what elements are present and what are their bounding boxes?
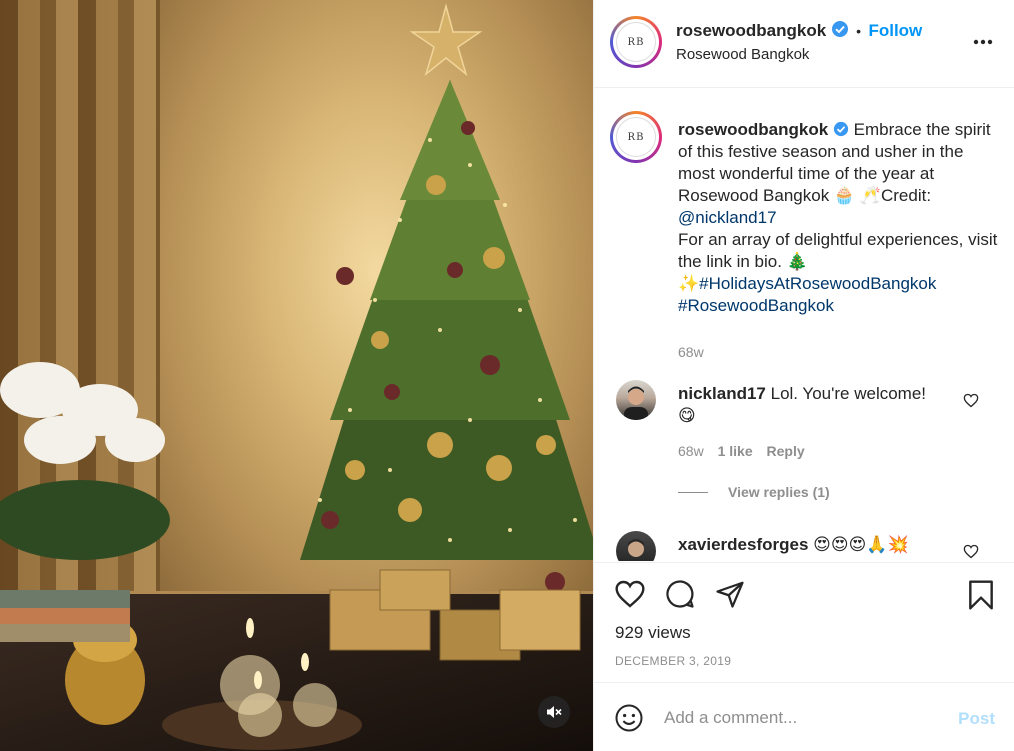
add-comment-bar: Post (594, 682, 1014, 751)
caption-timestamp[interactable]: 68w (678, 341, 1000, 363)
header-separator: • (856, 23, 861, 39)
comment-username[interactable]: nickland17 (678, 384, 766, 403)
views-count[interactable]: 929 views (615, 623, 691, 643)
comment-meta: 68w 1 like Reply (678, 443, 805, 459)
rosewood-logo-icon: RB (616, 22, 656, 62)
sparkle-emoji: ✨ (678, 274, 700, 293)
more-options-button[interactable] (973, 34, 993, 45)
verified-badge-icon (831, 21, 848, 37)
emoji-smiley-icon[interactable] (614, 703, 644, 733)
hashtag-link[interactable]: #HolidaysAtRosewoodBangkok (699, 274, 936, 293)
comment-text: Lol. You're welcome! (770, 384, 927, 403)
mention-link[interactable]: @nickland17 (678, 208, 777, 227)
reply-button[interactable]: Reply (767, 443, 805, 459)
share-paper-plane-icon[interactable] (715, 579, 745, 609)
commenter-avatar[interactable] (616, 531, 656, 561)
post-media[interactable] (0, 0, 593, 751)
location-link[interactable]: Rosewood Bangkok (676, 46, 809, 63)
post-date[interactable]: DECEMBER 3, 2019 (615, 654, 731, 668)
save-bookmark-icon[interactable] (967, 579, 995, 611)
view-replies-button[interactable]: View replies (1) (678, 484, 830, 500)
books (0, 590, 130, 642)
caption-author-avatar[interactable]: RB (610, 111, 662, 163)
comment-bubble-icon[interactable] (665, 579, 695, 609)
comment-item: nickland17 Lol. You're welcome! 😋 (678, 383, 958, 427)
rosewood-logo-icon: RB (616, 117, 656, 157)
view-replies-label: View replies (1) (728, 484, 830, 500)
christmas-tree (300, 80, 593, 560)
like-comment-heart-icon[interactable] (963, 544, 979, 559)
more-horizontal-icon (973, 39, 993, 45)
comment-timestamp[interactable]: 68w (678, 443, 704, 459)
greenery (0, 480, 170, 560)
comment-likes[interactable]: 1 like (718, 443, 753, 459)
mute-button[interactable] (538, 696, 570, 728)
speaker-muted-icon (547, 706, 562, 718)
comment-text: 😍😍😍🙏💥 (813, 535, 909, 554)
caption-text-line2: For an array of delightful experiences, … (678, 230, 998, 271)
post-actions: 929 views DECEMBER 3, 2019 (594, 562, 1014, 682)
like-comment-heart-icon[interactable] (963, 393, 979, 408)
add-comment-input[interactable] (664, 703, 944, 733)
gift-boxes (329, 569, 581, 661)
author-username[interactable]: rosewoodbangkok (676, 21, 826, 40)
post-header: RB rosewoodbangkok • Follow Rosewood Ban… (594, 0, 1014, 88)
hashtag-link[interactable]: #RosewoodBangkok (678, 296, 834, 315)
commenter-avatar[interactable] (616, 380, 656, 420)
follow-button[interactable]: Follow (868, 21, 922, 40)
person-avatar-icon (624, 386, 648, 420)
christmas-scene-illustration (0, 3, 593, 750)
caption-username[interactable]: rosewoodbangkok (678, 120, 828, 139)
post-caption: rosewoodbangkok Embrace the spirit of th… (678, 119, 1000, 363)
comments-scroll-area[interactable]: RB rosewoodbangkok Embrace the spirit of… (594, 89, 1014, 561)
post-comment-button[interactable]: Post (958, 709, 995, 729)
like-heart-icon[interactable] (614, 579, 646, 609)
comment-emoji: 😋 (678, 406, 696, 425)
person-avatar-icon (628, 539, 644, 557)
author-avatar[interactable]: RB (610, 16, 662, 68)
comment-username[interactable]: xavierdesforges (678, 535, 808, 554)
tree-star (409, 3, 483, 77)
white-flowers (0, 362, 165, 464)
verified-badge-icon (833, 121, 849, 137)
comment-item: xavierdesforges 😍😍😍🙏💥 (678, 534, 958, 556)
replies-divider (678, 491, 708, 493)
post-details-panel: RB rosewoodbangkok • Follow Rosewood Ban… (593, 0, 1014, 751)
